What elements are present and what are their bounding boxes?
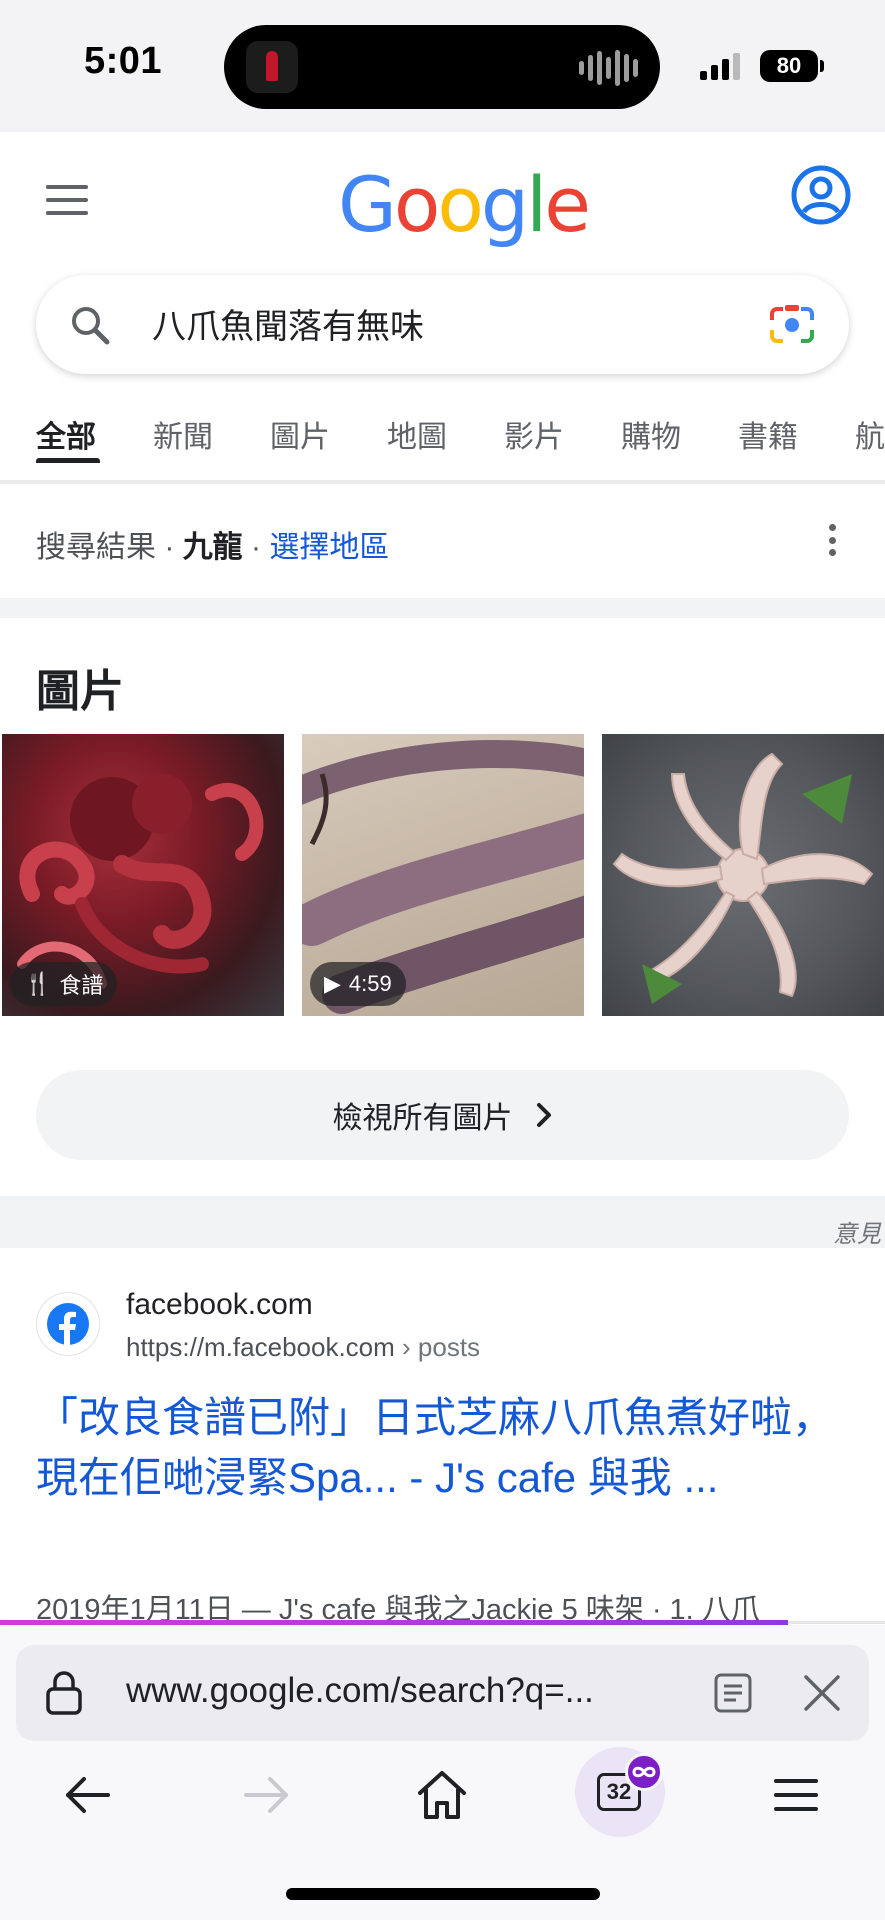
back-arrow-icon[interactable] bbox=[58, 1765, 118, 1825]
recipe-badge: 🍴 食譜 bbox=[10, 962, 118, 1006]
play-icon: ▶ bbox=[324, 971, 341, 996]
account-icon[interactable] bbox=[790, 164, 852, 226]
image-thumbnail[interactable]: 🍴 食譜 bbox=[2, 734, 284, 1016]
search-input[interactable]: 八爪魚聞落有無味 bbox=[152, 299, 424, 348]
url-text[interactable]: www.google.com/search?q=... bbox=[126, 1671, 594, 1711]
search-tabs: 全部 新聞 圖片 地圖 影片 購物 書籍 航 bbox=[0, 400, 885, 480]
status-time: 5:01 bbox=[84, 40, 163, 82]
chevron-right-icon bbox=[536, 1103, 551, 1127]
result-site-name[interactable]: facebook.com bbox=[126, 1288, 313, 1322]
separator: · bbox=[164, 531, 175, 564]
cellular-signal-icon bbox=[700, 52, 740, 80]
utensils-icon: 🍴 bbox=[24, 971, 52, 996]
feedback-link[interactable]: 意見 bbox=[833, 1214, 881, 1249]
home-indicator[interactable] bbox=[286, 1888, 600, 1900]
view-all-images-button[interactable]: 檢視所有圖片 bbox=[36, 1070, 849, 1160]
google-header: Google bbox=[0, 132, 885, 272]
tab-news[interactable]: 新聞 bbox=[153, 412, 213, 456]
result-url-host: https://m.facebook.com bbox=[126, 1332, 395, 1362]
battery-icon: 80 bbox=[760, 50, 818, 82]
facebook-icon bbox=[47, 1303, 89, 1345]
tab-shopping[interactable]: 購物 bbox=[621, 412, 681, 456]
battery-tip bbox=[820, 60, 824, 72]
now-playing-artwork bbox=[246, 41, 298, 93]
browser-toolbar: www.google.com/search?q=... 32 bbox=[0, 1625, 885, 1920]
badge-label: 食譜 bbox=[59, 973, 104, 998]
video-duration-badge: ▶ 4:59 bbox=[310, 962, 406, 1006]
separator: · bbox=[251, 531, 262, 564]
result-url-path: › posts bbox=[402, 1332, 481, 1362]
tab-flights[interactable]: 航 bbox=[855, 412, 885, 456]
images-heading: 圖片 bbox=[36, 667, 124, 716]
tab-maps[interactable]: 地圖 bbox=[387, 412, 447, 456]
tab-books[interactable]: 書籍 bbox=[738, 412, 798, 456]
dynamic-island[interactable] bbox=[224, 25, 660, 109]
close-icon[interactable] bbox=[802, 1673, 842, 1713]
tab-videos[interactable]: 影片 bbox=[504, 412, 564, 456]
image-thumbnail[interactable]: ▶ 4:59 bbox=[302, 734, 584, 1016]
private-browsing-icon bbox=[625, 1753, 663, 1791]
results-location: 搜尋結果 · 九龍 · 選擇地區 bbox=[36, 522, 389, 566]
tab-all[interactable]: 全部 bbox=[36, 412, 96, 456]
lock-icon[interactable] bbox=[44, 1669, 84, 1717]
forward-arrow-icon[interactable] bbox=[236, 1765, 296, 1825]
google-logo[interactable]: Google bbox=[338, 160, 591, 249]
more-options-icon[interactable] bbox=[828, 524, 836, 556]
menu-icon[interactable] bbox=[46, 185, 88, 215]
search-box[interactable]: 八爪魚聞落有無味 bbox=[36, 275, 849, 374]
facebook-favicon bbox=[36, 1292, 100, 1356]
octopus-image bbox=[612, 752, 874, 1004]
status-bar: 5:01 80 bbox=[0, 0, 885, 132]
address-bar[interactable]: www.google.com/search?q=... bbox=[16, 1645, 869, 1741]
active-tab-indicator bbox=[36, 458, 100, 463]
tab-images[interactable]: 圖片 bbox=[270, 412, 330, 456]
view-all-label: 檢視所有圖片 bbox=[332, 1102, 513, 1135]
tabs-divider bbox=[0, 480, 885, 484]
google-lens-icon[interactable] bbox=[769, 303, 815, 347]
results-label: 搜尋結果 bbox=[36, 531, 156, 564]
choose-region-link[interactable]: 選擇地區 bbox=[269, 531, 389, 564]
reader-mode-icon[interactable] bbox=[713, 1672, 753, 1714]
app-menu-icon[interactable] bbox=[766, 1765, 826, 1825]
location-name: 九龍 bbox=[182, 531, 243, 564]
badge-label: 4:59 bbox=[348, 971, 392, 996]
section-divider bbox=[0, 598, 885, 618]
image-thumbnail[interactable] bbox=[602, 734, 884, 1016]
search-icon[interactable] bbox=[68, 303, 112, 347]
tabs-button[interactable]: 32 bbox=[575, 1747, 665, 1837]
result-url[interactable]: https://m.facebook.com › posts bbox=[126, 1332, 480, 1363]
audio-waveform-icon bbox=[579, 49, 638, 87]
result-title-link[interactable]: 「改良食譜已附」日式芝麻八爪魚煮好啦，現在佢哋浸緊Spa... - J's ca… bbox=[36, 1388, 836, 1508]
home-icon[interactable] bbox=[412, 1765, 472, 1825]
section-divider bbox=[0, 1196, 885, 1248]
